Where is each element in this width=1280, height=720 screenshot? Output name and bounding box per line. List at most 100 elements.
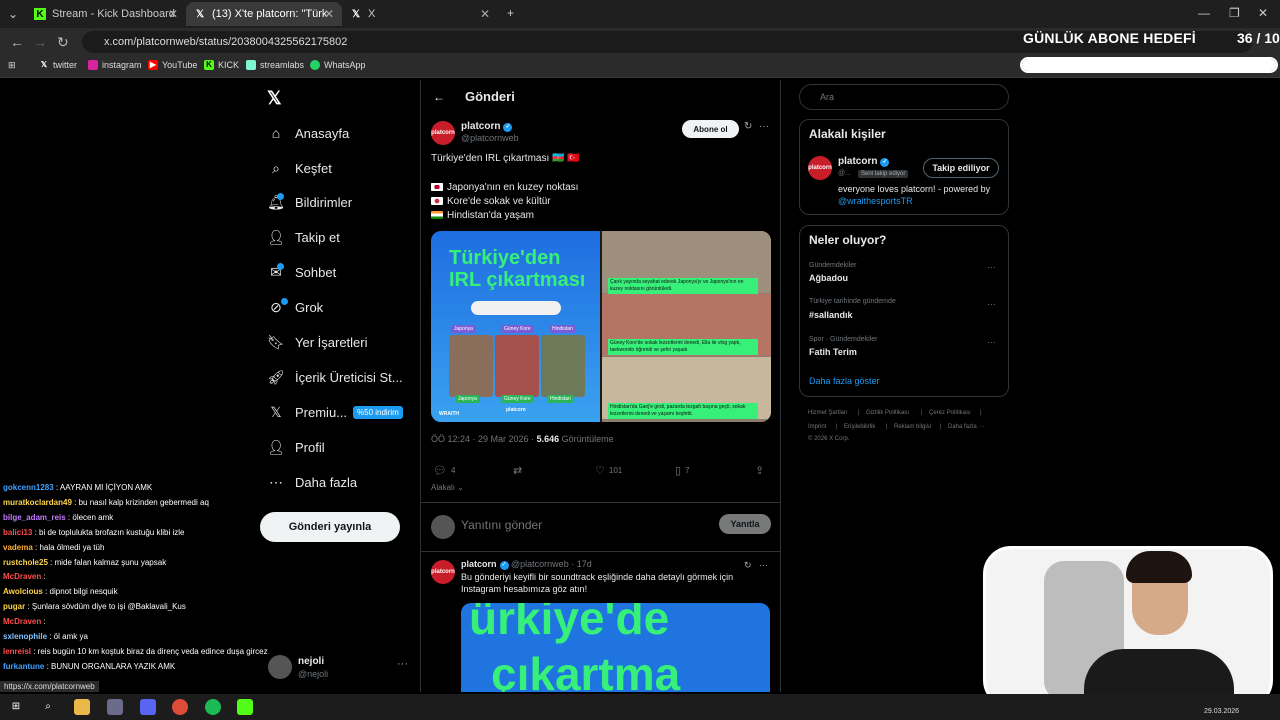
chat-username[interactable]: muratkoclardan49 <box>3 498 72 507</box>
like-action[interactable]: ♡ 101 <box>595 464 622 477</box>
chat-username[interactable]: gokcenn1283 <box>3 483 54 492</box>
chat-username[interactable]: sxlenophile <box>3 632 47 641</box>
forward-icon[interactable]: → <box>33 34 47 50</box>
tab-search-icon[interactable]: ⌄ <box>8 7 18 21</box>
post-button[interactable]: Gönderi yayınla <box>260 512 400 542</box>
close-icon[interactable]: ✕ <box>168 7 178 21</box>
more-icon[interactable]: ··· <box>987 337 996 347</box>
post-timestamp[interactable]: ÖÖ 12:24 · 29 Mar 2026 · <box>431 434 537 444</box>
bookmark-kick[interactable]: K KICK <box>204 60 239 70</box>
spotify-icon[interactable] <box>205 699 221 715</box>
chat-username[interactable]: rustchole25 <box>3 558 48 567</box>
related-name[interactable]: platcorn ✓ <box>838 156 890 167</box>
footer-link[interactable]: Hizmet Şartları <box>808 410 848 416</box>
author-handle[interactable]: @platcornweb <box>461 133 519 143</box>
back-icon[interactable]: ← <box>10 34 24 50</box>
reply-button[interactable]: Yanıtla <box>719 514 771 534</box>
following-button[interactable]: Takip ediliyor <box>923 158 999 178</box>
nav-home[interactable]: ⌂ Anasayfa <box>267 121 349 145</box>
new-tab-icon[interactable]: + <box>507 6 514 20</box>
author-name[interactable]: platcorn ✓ <box>461 121 513 132</box>
search-icon[interactable]: ⌕ <box>40 699 56 715</box>
close-icon[interactable]: ✕ <box>324 7 334 21</box>
account-more-icon[interactable]: ··· <box>397 658 408 670</box>
nav-bookmarks[interactable]: 🔖︎ Yer İşaretleri <box>267 330 367 354</box>
tab-x-post[interactable]: 𝕏 (13) X'te platcorn: "Türkiye'den ✕ <box>186 2 342 26</box>
grok-refresh-icon[interactable]: ↻ <box>744 560 752 571</box>
author-handle[interactable]: @platcornweb · 17d <box>511 559 592 569</box>
nav-more[interactable]: ⋯ Daha fazla <box>267 470 357 494</box>
reply-media[interactable]: ürkiye'de çıkartma <box>461 603 770 692</box>
sort-replies-dropdown[interactable]: Alakalı ⌄ <box>431 483 464 492</box>
x-logo-icon[interactable]: 𝕏 <box>267 88 282 109</box>
bookmark-action[interactable]: ▯ 7 <box>675 464 690 477</box>
more-icon[interactable]: ··· <box>987 262 996 272</box>
chat-username[interactable]: vadema <box>3 543 33 552</box>
repost-action[interactable]: ⇄ <box>513 464 526 477</box>
tab-kick-dashboard[interactable]: K Stream - Kick Dashboard ✕ <box>26 2 186 26</box>
minimize-icon[interactable]: — <box>1198 6 1210 20</box>
windows-start-icon[interactable]: ⊞ <box>8 699 24 715</box>
more-icon[interactable]: ··· <box>759 121 769 132</box>
chat-username[interactable]: lenreisl <box>3 647 31 656</box>
footer-link[interactable]: Erişilebilirlik <box>844 424 875 430</box>
restore-icon[interactable]: ❐ <box>1229 6 1240 20</box>
footer-link[interactable]: Daha fazla ··· <box>948 424 984 430</box>
obs-icon[interactable] <box>237 699 253 715</box>
trend-item[interactable]: Fatih Terim <box>809 347 857 357</box>
app-icon[interactable] <box>107 699 123 715</box>
avatar[interactable]: platcorn <box>808 156 832 180</box>
chrome-icon[interactable] <box>172 699 188 715</box>
tab-x[interactable]: 𝕏 X ✕ <box>342 2 498 26</box>
search-input[interactable] <box>799 84 1009 110</box>
footer-divider: | <box>886 424 888 430</box>
bookmark-twitter[interactable]: 𝕏twitter <box>39 60 77 70</box>
reload-icon[interactable]: ↻ <box>57 34 69 51</box>
share-action[interactable]: ⇪ <box>755 464 768 477</box>
reply-input[interactable] <box>461 518 711 532</box>
related-bio-link[interactable]: @wraithesportsTR <box>838 196 913 206</box>
nav-profile[interactable]: 👤︎ Profil <box>267 435 325 459</box>
reply-action[interactable]: 💬︎ 4 <box>433 464 455 477</box>
bookmark-streamlabs[interactable]: streamlabs <box>246 60 304 70</box>
subscribe-button[interactable]: Abone ol <box>682 120 739 138</box>
more-icon[interactable]: ··· <box>759 560 768 570</box>
chat-username[interactable]: bilge_adam_reis <box>3 513 66 522</box>
chat-username[interactable]: furkantune <box>3 662 44 671</box>
trend-item[interactable]: #sallandık <box>809 310 853 320</box>
back-arrow-icon[interactable]: ← <box>433 90 445 104</box>
file-explorer-icon[interactable] <box>74 699 90 715</box>
media-photo <box>541 335 585 397</box>
avatar[interactable]: platcorn <box>431 121 455 145</box>
nav-creator-studio[interactable]: 🚀︎ İçerik Üreticisi St... <box>267 365 403 389</box>
nav-premium[interactable]: 𝕏 Premiu... <box>267 400 347 424</box>
nav-grok[interactable]: ⊘ Grok <box>267 295 323 319</box>
footer-link[interactable]: Çerez Politikası <box>929 410 971 416</box>
bookmark-whatsapp[interactable]: WhatsApp <box>310 60 366 70</box>
chat-username[interactable]: Awolcious <box>3 587 43 596</box>
chat-username[interactable]: McDraven <box>3 572 41 581</box>
chat-username[interactable]: pugar <box>3 602 25 611</box>
trend-item[interactable]: Ağbadou <box>809 273 848 283</box>
apps-icon[interactable]: ⊞ <box>8 60 16 71</box>
nav-explore[interactable]: ⌕ Keşfet <box>267 156 332 180</box>
more-icon[interactable]: ··· <box>987 299 996 309</box>
bookmark-instagram[interactable]: instagram <box>88 60 142 70</box>
post-media[interactable]: Türkiye'den IRL çıkartması Japonya Güney… <box>431 231 771 422</box>
footer-link[interactable]: Gizlilik Politikası <box>866 410 909 416</box>
bookmark-youtube[interactable]: ▶ YouTube <box>148 60 197 70</box>
close-icon[interactable]: ✕ <box>480 7 490 21</box>
footer-link[interactable]: Reklam bilgisi <box>894 424 931 430</box>
grok-refresh-icon[interactable]: ↻ <box>744 121 752 132</box>
author-name[interactable]: platcorn <box>461 559 497 569</box>
discord-icon[interactable] <box>140 699 156 715</box>
media-caption: Hindistan'da Garij'e girdi, pazarda tezg… <box>608 403 758 419</box>
chat-username[interactable]: McDraven <box>3 617 41 626</box>
chat-username[interactable]: balici13 <box>3 528 32 537</box>
window-close-icon[interactable]: ✕ <box>1258 6 1268 20</box>
avatar[interactable]: platcorn <box>431 560 455 584</box>
nav-follow[interactable]: 👤︎ Takip et <box>267 225 340 249</box>
footer-link[interactable]: Imprint <box>808 424 826 430</box>
show-more-link[interactable]: Daha fazla göster <box>809 376 880 386</box>
avatar[interactable] <box>268 655 292 679</box>
